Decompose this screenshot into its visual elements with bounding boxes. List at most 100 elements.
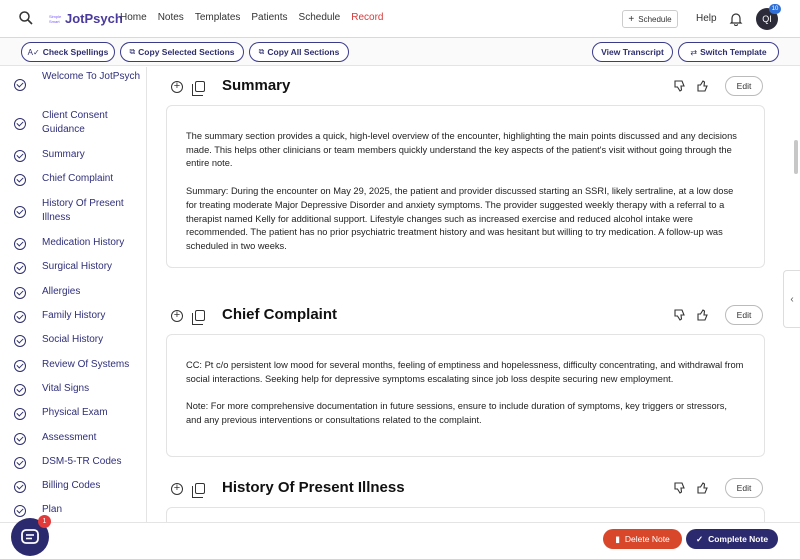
logo[interactable]: Simple Smart JotPsych (49, 11, 123, 26)
avatar-badge: 10 (769, 4, 781, 14)
nav-patients[interactable]: Patients (251, 12, 287, 23)
swap-icon: ⇄ (690, 47, 698, 57)
thumbs-down-icon[interactable] (674, 309, 686, 321)
check-circle-icon (14, 118, 26, 130)
collapse-panel-handle[interactable]: ‹ (783, 270, 800, 328)
check-circle-icon (14, 481, 26, 493)
search-icon[interactable] (18, 10, 34, 26)
section-header-chief-complaint: + Chief Complaint Edit (148, 304, 783, 328)
complete-note-button[interactable]: ✓ Complete Note (686, 529, 778, 549)
trash-icon: ▮ (615, 533, 620, 544)
section-sidebar: Welcome To JotPsych Client Consent Guida… (0, 67, 147, 522)
nav-templates[interactable]: Templates (195, 12, 241, 23)
check-circle-icon (14, 505, 26, 517)
nav-links: Home Notes Templates Patients Schedule R… (120, 12, 394, 23)
section-body-chief-complaint[interactable]: CC: Pt c/o persistent low mood for sever… (166, 334, 765, 457)
nav-home[interactable]: Home (120, 12, 147, 23)
check-spellings-button[interactable]: A✓ Check Spellings (21, 42, 115, 62)
thumbs-down-icon[interactable] (674, 80, 686, 92)
switch-template-label: Switch Template (700, 47, 767, 57)
switch-template-button[interactable]: ⇄ Switch Template (678, 42, 779, 62)
check-circle-icon (14, 174, 26, 186)
copy-all-label: Copy All Sections (267, 47, 340, 57)
check-circle-icon (14, 150, 26, 162)
check-circle-icon (14, 433, 26, 445)
edit-button[interactable]: Edit (725, 478, 763, 498)
thumbs-up-icon[interactable] (697, 482, 709, 494)
check-circle-icon (14, 287, 26, 299)
sidebar-item-label: Family History (42, 310, 106, 321)
spellcheck-icon: A✓ (27, 47, 40, 57)
section-title: Chief Complaint (222, 306, 337, 323)
copy-icon[interactable] (192, 81, 205, 96)
view-transcript-label: View Transcript (601, 47, 664, 57)
thumbs-up-icon[interactable] (697, 309, 709, 321)
section-paragraph: CC: Pt c/o persistent low mood for sever… (186, 360, 744, 384)
check-circle-icon (14, 335, 26, 347)
delete-note-label: Delete Note (624, 534, 670, 544)
plus-icon: + (628, 13, 635, 25)
add-icon[interactable]: + (171, 310, 183, 322)
sidebar-item-label: Allergies (42, 286, 81, 297)
schedule-button-label: Schedule (638, 14, 672, 24)
check-circle-icon (14, 238, 26, 250)
edit-button[interactable]: Edit (725, 76, 763, 96)
check-circle-icon (14, 206, 26, 218)
sidebar-item-label: Social History (42, 334, 104, 345)
sidebar-item-label: DSM-5-TR Codes (42, 456, 122, 467)
chat-badge: 1 (38, 515, 51, 528)
delete-note-button[interactable]: ▮ Delete Note (603, 529, 682, 549)
schedule-button[interactable]: + Schedule (622, 10, 678, 28)
edit-button[interactable]: Edit (725, 305, 763, 325)
sidebar-item-label: Surgical History (42, 261, 113, 272)
check-circle-icon (14, 311, 26, 323)
section-title: History Of Present Illness (222, 479, 405, 496)
sidebar-item-label: Client Consent Guidance (42, 110, 108, 135)
complete-note-label: Complete Note (708, 534, 769, 544)
add-icon[interactable]: + (171, 483, 183, 495)
section-body-summary[interactable]: The summary section provides a quick, hi… (166, 105, 765, 268)
sidebar-item-label: Assessment (42, 432, 97, 443)
chat-icon (21, 529, 39, 544)
section-title: Summary (222, 77, 291, 94)
nav-record[interactable]: Record (351, 12, 383, 23)
section-paragraph: The summary section provides a quick, hi… (186, 131, 737, 169)
thumbs-down-icon[interactable] (674, 482, 686, 494)
sidebar-item-label: Vital Signs (42, 383, 90, 394)
section-body-hpi[interactable] (166, 507, 765, 522)
help-link[interactable]: Help (696, 13, 717, 24)
sidebar-item-label: Review Of Systems (42, 359, 130, 370)
sidebar-item-label: Medication History (42, 237, 125, 248)
copy-icon: ⧉ (129, 47, 136, 56)
logo-brand: JotPsych (65, 11, 123, 26)
section-paragraph: Note: For more comprehensive documentati… (186, 401, 728, 426)
sidebar-item-label: Billing Codes (42, 480, 101, 491)
sidebar-item-label: Chief Complaint (42, 173, 114, 184)
section-header-hpi: + History Of Present Illness Edit (148, 477, 783, 501)
logo-tagline: Simple Smart (49, 13, 62, 24)
sidebar-item-label: Summary (42, 149, 85, 160)
copy-icon[interactable] (192, 310, 205, 325)
copy-icon: ⧉ (258, 47, 265, 56)
top-nav: Simple Smart JotPsych Home Notes Templat… (0, 0, 800, 38)
sidebar-item-label: History Of Present Illness (42, 198, 124, 223)
add-icon[interactable]: + (171, 81, 183, 93)
nav-notes[interactable]: Notes (158, 12, 184, 23)
scrollbar[interactable] (794, 140, 798, 174)
copy-all-button[interactable]: ⧉ Copy All Sections (249, 42, 349, 62)
check-icon: ✓ (695, 533, 704, 544)
check-circle-icon (14, 457, 26, 469)
nav-schedule[interactable]: Schedule (299, 12, 341, 23)
check-circle-icon (14, 408, 26, 420)
thumbs-up-icon[interactable] (697, 80, 709, 92)
section-header-summary: + Summary Edit (148, 75, 783, 99)
check-circle-icon (14, 384, 26, 396)
chevron-left-icon: ‹ (790, 293, 794, 305)
copy-icon[interactable] (192, 483, 205, 498)
view-transcript-button[interactable]: View Transcript (592, 42, 673, 62)
bell-icon[interactable] (729, 12, 743, 26)
sidebar-item-label: Welcome To JotPsych (42, 71, 141, 82)
check-circle-icon (14, 360, 26, 372)
check-spellings-label: Check Spellings (42, 47, 109, 57)
copy-selected-button[interactable]: ⧉ Copy Selected Sections (120, 42, 244, 62)
